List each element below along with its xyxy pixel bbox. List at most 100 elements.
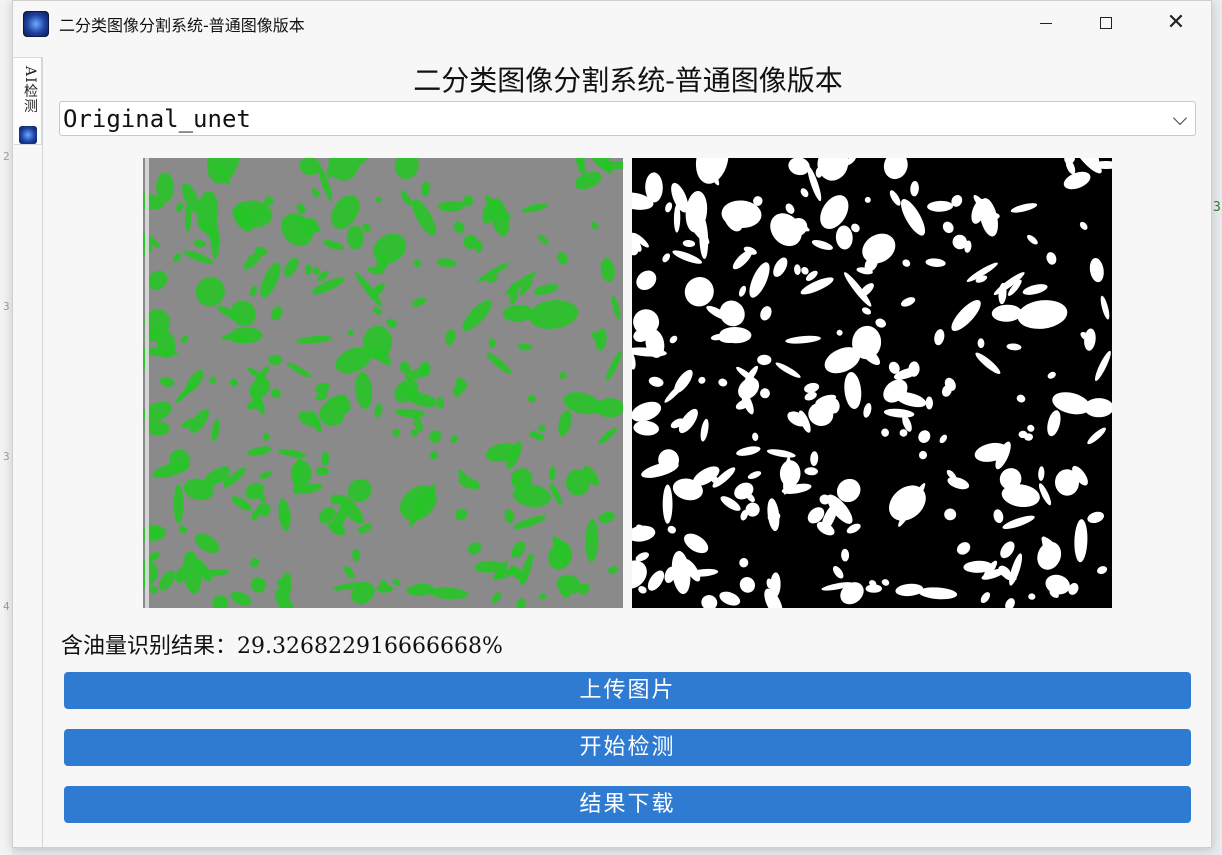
mask-blob bbox=[881, 579, 890, 586]
result-text: 含油量识别结果：29.326822916666668% bbox=[61, 628, 503, 660]
mask-blob bbox=[883, 158, 908, 180]
chevron-down-icon bbox=[1172, 110, 1188, 126]
close-button[interactable]: ✕ bbox=[1143, 1, 1209, 45]
maximize-button[interactable] bbox=[1073, 1, 1139, 45]
mask-blob bbox=[1027, 234, 1038, 245]
original-blob bbox=[373, 233, 407, 264]
start-detection-button[interactable]: 开始检测 bbox=[64, 729, 1191, 766]
mask-blob bbox=[1089, 258, 1104, 283]
original-blob bbox=[195, 533, 220, 554]
original-blob bbox=[180, 335, 189, 344]
mask-blob bbox=[846, 523, 861, 534]
original-blob bbox=[357, 523, 372, 534]
mask-blob bbox=[836, 329, 843, 336]
mask-blob bbox=[883, 408, 915, 418]
original-blob bbox=[193, 239, 207, 248]
original-blob bbox=[538, 424, 546, 432]
mask-blob bbox=[1010, 203, 1038, 213]
original-blob bbox=[146, 552, 160, 562]
background-editor-gutter: 2 3 3 4 bbox=[0, 0, 12, 855]
result-label: 含油量识别结果： bbox=[61, 634, 238, 659]
result-value: 29.326822916666668% bbox=[237, 634, 503, 659]
original-blob bbox=[521, 203, 549, 213]
mask-blob bbox=[647, 570, 665, 591]
model-select[interactable]: Original_unet bbox=[59, 101, 1196, 136]
original-blob bbox=[351, 582, 375, 605]
mask-blob bbox=[875, 318, 887, 328]
original-blob bbox=[491, 592, 502, 604]
original-blob bbox=[557, 252, 568, 265]
mask-blob bbox=[662, 484, 673, 524]
mask-blob bbox=[1079, 221, 1088, 230]
mask-blob bbox=[667, 525, 676, 534]
mask-blob bbox=[841, 548, 850, 562]
mask-blob bbox=[701, 595, 718, 608]
mask-blob bbox=[739, 577, 756, 593]
mask-blob bbox=[638, 586, 647, 594]
mask-blob bbox=[752, 432, 759, 441]
mask-blob bbox=[1087, 511, 1104, 524]
original-blob bbox=[258, 471, 273, 480]
original-blob bbox=[229, 378, 239, 387]
original-blob bbox=[392, 579, 401, 586]
original-blob bbox=[250, 577, 267, 593]
background-line-number: 4 bbox=[3, 600, 10, 613]
original-blob bbox=[311, 277, 345, 295]
mask-blob bbox=[698, 376, 706, 384]
original-blob bbox=[315, 467, 329, 476]
mask-blob bbox=[942, 221, 954, 234]
mask-blob bbox=[1017, 300, 1068, 329]
original-blob bbox=[539, 593, 547, 600]
upload-image-button[interactable]: 上传图片 bbox=[64, 672, 1191, 709]
original-blob bbox=[455, 508, 468, 521]
maximize-icon bbox=[1100, 17, 1112, 29]
mask-blob bbox=[1047, 371, 1056, 379]
original-blob bbox=[598, 511, 615, 524]
original-blob bbox=[528, 300, 579, 329]
original-blob bbox=[527, 394, 537, 403]
mask-blob bbox=[864, 196, 871, 203]
mask-blob bbox=[889, 190, 901, 206]
original-blob bbox=[271, 306, 283, 321]
download-result-button[interactable]: 结果下载 bbox=[64, 786, 1191, 823]
tab-label: AI检测 bbox=[22, 66, 38, 114]
mask-blob bbox=[939, 434, 948, 444]
mask-blob bbox=[889, 485, 926, 521]
original-blob bbox=[322, 240, 344, 250]
mask-blob bbox=[794, 264, 801, 275]
mask-blob bbox=[925, 396, 934, 410]
original-blob bbox=[574, 171, 602, 190]
original-blob bbox=[436, 396, 445, 410]
original-blob bbox=[520, 553, 534, 586]
mask-blob bbox=[910, 181, 919, 197]
original-blob bbox=[173, 484, 184, 524]
mask-blob bbox=[1097, 566, 1108, 575]
original-blob bbox=[486, 352, 512, 374]
original-blob bbox=[438, 200, 465, 212]
original-blob bbox=[296, 335, 332, 344]
app-window: 二分类图像分割系统-普通图像版本 ✕ AI检测 二分类图像分割系统-普通图像版本… bbox=[12, 0, 1212, 848]
mask-blob bbox=[664, 380, 687, 403]
mask-blob bbox=[840, 582, 864, 605]
mask-blob bbox=[773, 257, 788, 277]
original-blob bbox=[598, 427, 617, 445]
title-bar[interactable]: 二分类图像分割系统-普通图像版本 ✕ bbox=[13, 1, 1211, 45]
original-blob bbox=[411, 297, 427, 307]
mask-blob bbox=[1028, 593, 1036, 600]
mask-blob bbox=[718, 378, 728, 387]
minimize-button[interactable] bbox=[1013, 1, 1079, 45]
mask-blob bbox=[749, 262, 770, 298]
mask-blob bbox=[1038, 466, 1045, 481]
mask-blob bbox=[662, 253, 671, 263]
original-blob bbox=[176, 202, 184, 213]
tab-ai-detect[interactable]: AI检测 bbox=[14, 57, 42, 145]
original-blob bbox=[149, 586, 158, 594]
mask-blob bbox=[1047, 410, 1061, 437]
original-blob bbox=[504, 509, 515, 524]
original-blob bbox=[347, 329, 354, 336]
original-blob bbox=[517, 343, 533, 351]
mask-blob bbox=[900, 199, 926, 236]
mask-blob bbox=[902, 259, 911, 267]
segmentation-mask-image bbox=[632, 158, 1112, 608]
mask-blob bbox=[1074, 519, 1088, 563]
